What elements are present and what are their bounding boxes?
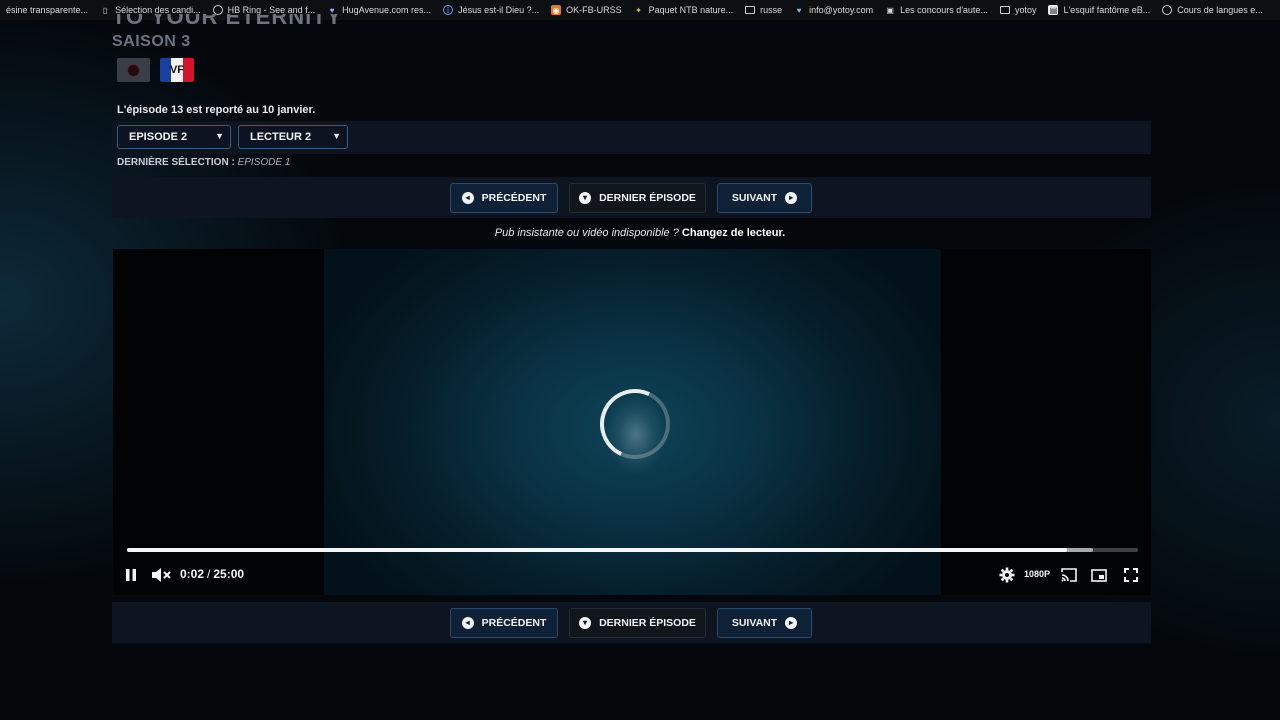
next-label: SUIVANT bbox=[731, 617, 778, 629]
leaf-icon: ✦ bbox=[635, 5, 642, 15]
bookmark-label: Paquet NTB nature... bbox=[648, 5, 734, 15]
bookmark-label: Jésus est-il Dieu ?... bbox=[458, 5, 540, 15]
pip-icon bbox=[1091, 568, 1107, 582]
gear-icon bbox=[999, 567, 1015, 583]
episode-nav-bottom: ◂ PRÉCÉDENT ▾ DERNIER ÉPISODE SUIVANT ▸ bbox=[112, 602, 1151, 643]
arrow-down-circle-icon: ▾ bbox=[579, 617, 592, 629]
bookmark-item[interactable]: Cours de langues e... bbox=[1156, 0, 1269, 20]
bookmark-label: ésine transparente... bbox=[6, 5, 89, 15]
show-title: TO YOUR ETERNITY bbox=[112, 14, 342, 26]
episode-nav-top: ◂ PRÉCÉDENT ▾ DERNIER ÉPISODE SUIVANT ▸ bbox=[112, 177, 1151, 218]
previous-label: PRÉCÉDENT bbox=[481, 192, 547, 204]
change-player-hint: Pub insistante ou vidéo indisponible ? C… bbox=[0, 227, 1280, 239]
change-player-link[interactable]: Changez de lecteur. bbox=[682, 227, 785, 239]
arrow-down-circle-icon: ▾ bbox=[579, 192, 592, 204]
last-selection-label: DERNIÈRE SÉLECTION : bbox=[117, 157, 235, 168]
time-display: 0:02/25:00 bbox=[180, 567, 245, 581]
bookmark-label: info@yotoy.com bbox=[809, 5, 874, 15]
rss-icon: ◉ bbox=[551, 5, 562, 15]
bookmark-item[interactable]: i Jésus est-il Dieu ?... bbox=[437, 0, 545, 20]
last-selection: DERNIÈRE SÉLECTION : EPISODE 1 bbox=[117, 157, 290, 168]
latest-episode-button[interactable]: ▾ DERNIER ÉPISODE bbox=[569, 608, 706, 638]
episode-select[interactable]: EPISODE 2 ▼ bbox=[117, 125, 231, 149]
chevron-down-icon: ▼ bbox=[215, 131, 224, 141]
settings-button[interactable] bbox=[998, 566, 1016, 584]
bookmark-item[interactable]: ♥ info@yotoy.com bbox=[788, 0, 879, 20]
folder-icon bbox=[745, 6, 756, 14]
next-label: SUIVANT bbox=[731, 192, 778, 204]
image-icon: ▣ bbox=[886, 5, 894, 15]
volume-button[interactable] bbox=[150, 566, 172, 584]
duration: 25:00 bbox=[213, 567, 245, 581]
last-selection-value: EPISODE 1 bbox=[237, 157, 291, 168]
cast-icon bbox=[1061, 568, 1077, 582]
bookmark-label: Les concours d'aute... bbox=[900, 5, 988, 15]
folder-icon bbox=[999, 6, 1010, 14]
bookmark-item[interactable]: ▣ Les concours d'aute... bbox=[879, 0, 994, 20]
quality-label[interactable]: 1080P bbox=[1024, 569, 1050, 579]
globe-icon bbox=[1162, 5, 1173, 15]
bookmark-item[interactable]: ▤ L'esquif fantôme eB... bbox=[1042, 0, 1156, 20]
arrow-right-circle-icon: ▸ bbox=[785, 617, 798, 629]
japan-flag-icon bbox=[127, 63, 140, 77]
latest-label: DERNIER ÉPISODE bbox=[599, 192, 696, 204]
episode-select-value: EPISODE 2 bbox=[129, 131, 188, 143]
info-icon: i bbox=[443, 5, 454, 15]
pause-icon bbox=[126, 569, 136, 581]
bookmark-item[interactable]: ◉ OK-FB-URSS bbox=[545, 0, 628, 20]
bookmark-item[interactable]: ✦ Paquet NTB nature... bbox=[628, 0, 740, 20]
previous-label: PRÉCÉDENT bbox=[481, 617, 547, 629]
bookmark-label: russe bbox=[760, 5, 783, 15]
player-select[interactable]: LECTEUR 2 ▼ bbox=[238, 125, 348, 149]
bookmark-label: HugAvenue.com res... bbox=[342, 5, 432, 15]
cast-button[interactable] bbox=[1060, 567, 1078, 583]
player-select-value: LECTEUR 2 bbox=[250, 131, 312, 143]
chevron-down-icon: ▼ bbox=[332, 131, 341, 141]
progress-bar bbox=[127, 548, 1068, 552]
arrow-left-circle-icon: ◂ bbox=[461, 192, 474, 204]
release-notice: L'épisode 13 est reporté au 10 janvier. bbox=[117, 104, 316, 116]
vostfr-flag-button[interactable] bbox=[117, 58, 150, 82]
bookmark-label: Cours de langues e... bbox=[1177, 5, 1263, 15]
previous-episode-button[interactable]: ◂ PRÉCÉDENT bbox=[450, 608, 558, 638]
season-label: SAISON 3 bbox=[112, 33, 191, 50]
bookmark-item[interactable]: ésine transparente... bbox=[0, 0, 94, 20]
latest-episode-button[interactable]: ▾ DERNIER ÉPISODE bbox=[569, 183, 706, 213]
video-player[interactable]: 0:02/25:00 1080P bbox=[113, 249, 1151, 595]
bookmark-label: yotoy bbox=[1014, 5, 1037, 15]
next-episode-button[interactable]: SUIVANT ▸ bbox=[717, 608, 812, 638]
bookmark-item[interactable]: russe bbox=[739, 0, 788, 20]
bookmark-label: OK-FB-URSS bbox=[566, 5, 622, 15]
current-time: 0:02 bbox=[180, 567, 205, 581]
latest-label: DERNIER ÉPISODE bbox=[599, 617, 696, 629]
pub-question: Pub insistante ou vidéo indisponible ? bbox=[494, 227, 679, 239]
bookmark-label: L'esquif fantôme eB... bbox=[1063, 5, 1151, 15]
vf-flag-button[interactable]: VF bbox=[160, 58, 194, 82]
fullscreen-icon bbox=[1124, 568, 1138, 582]
fullscreen-button[interactable] bbox=[1122, 567, 1140, 583]
bookmark-item[interactable]: yotoy bbox=[994, 0, 1043, 20]
previous-episode-button[interactable]: ◂ PRÉCÉDENT bbox=[450, 183, 558, 213]
arrow-left-circle-icon: ◂ bbox=[461, 617, 474, 629]
heart-icon: ♥ bbox=[796, 5, 802, 15]
pause-button[interactable] bbox=[122, 567, 140, 583]
volume-muted-icon bbox=[152, 568, 171, 582]
book-icon: ▤ bbox=[1048, 5, 1059, 15]
vf-flag-label: VF bbox=[169, 64, 185, 76]
arrow-right-circle-icon: ▸ bbox=[785, 192, 798, 204]
seek-bar[interactable] bbox=[127, 548, 1138, 552]
next-episode-button[interactable]: SUIVANT ▸ bbox=[717, 183, 812, 213]
doc-icon: ▯ bbox=[102, 5, 108, 15]
picture-in-picture-button[interactable] bbox=[1090, 567, 1108, 583]
